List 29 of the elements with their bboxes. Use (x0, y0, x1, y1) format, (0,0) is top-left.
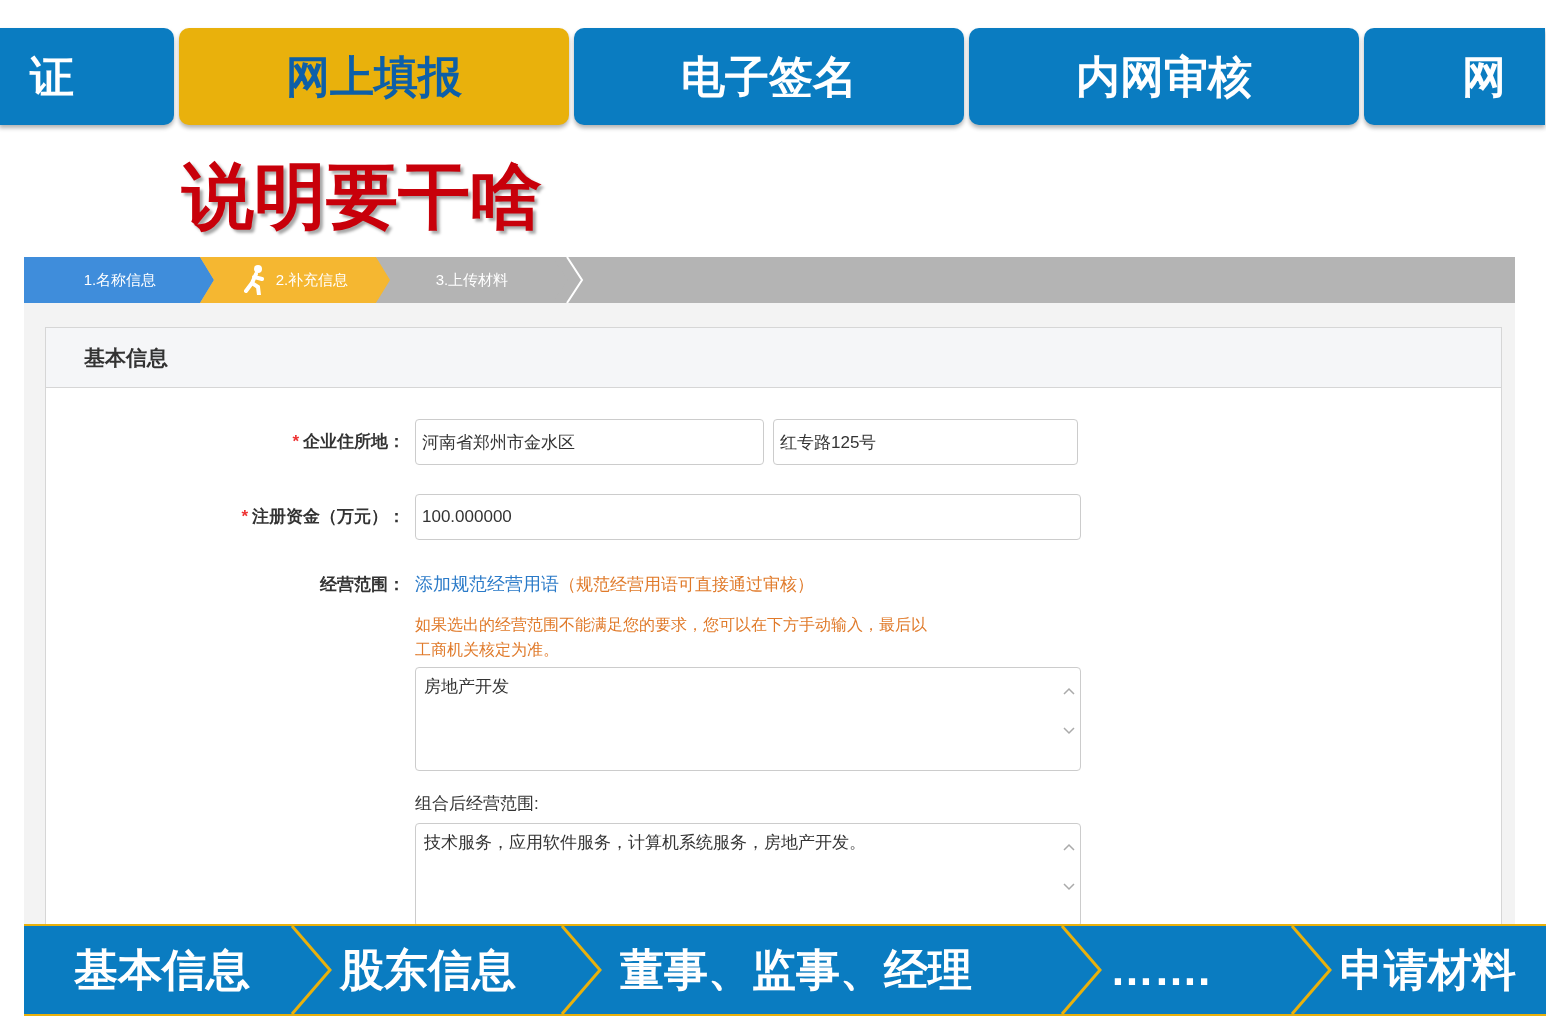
scroll-up-icon[interactable] (1062, 686, 1076, 696)
scroll-down-icon[interactable] (1062, 881, 1076, 892)
slide-heading: 说明要干啥 (182, 155, 543, 238)
step: 2.补充信息 (200, 257, 392, 303)
text-area[interactable]: 房地产开发 (415, 667, 1081, 771)
process-step: 董事、监事、经理 (604, 937, 1060, 1003)
scope-note: （规范经营用语可直接通过审核） (559, 573, 814, 596)
step: 1.名称信息 (24, 257, 216, 303)
input-field[interactable]: 河南省郑州市金水区 (415, 419, 764, 465)
input-field[interactable]: 100.000000 (415, 494, 1081, 540)
field-label: 组合后经营范围: (415, 793, 540, 815)
scroll-down-icon[interactable] (1062, 726, 1076, 736)
tab[interactable]: 内网审核 (969, 28, 1359, 125)
tab[interactable]: 证 (0, 28, 174, 125)
tab[interactable]: 网 (1364, 28, 1545, 125)
process-step: 股东信息 (334, 937, 560, 1003)
add-phrase-link[interactable]: 添加规范经营用语 (415, 571, 559, 598)
process-step: ……. (1104, 937, 1290, 1003)
input-field[interactable]: 红专路125号 (773, 419, 1078, 465)
section-header: 基本信息 (46, 328, 1501, 388)
field-label: * 注册资金（万元）： (240, 506, 406, 529)
process-step: 基本信息 (24, 937, 290, 1003)
tab[interactable]: 网上填报 (179, 28, 569, 125)
tab[interactable]: 电子签名 (574, 28, 964, 125)
field-label: * 企业住所地： (291, 431, 406, 454)
scroll-up-icon[interactable] (1062, 841, 1076, 852)
field-label: 经营范围： (319, 573, 406, 596)
hint-text: 如果选出的经营范围不能满足您的要求，您可以在下方手动输入，最后以工商机关核定为准。 (415, 615, 928, 660)
process-step: 申请材料 (1334, 937, 1534, 1003)
